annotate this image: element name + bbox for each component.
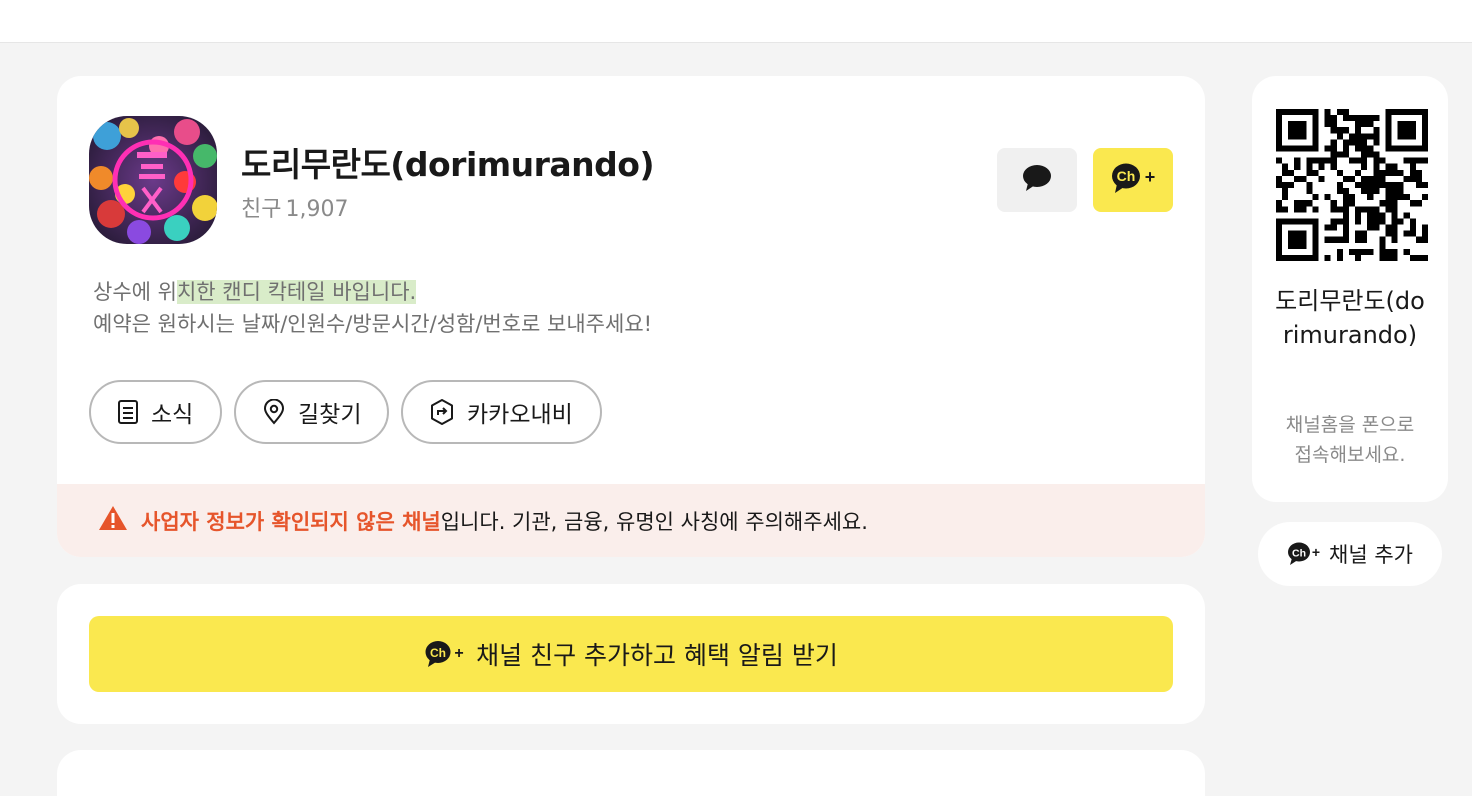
profile-card: 도리무란도(dorimurando) 친구 1,907 Ch + 상수에 위치한 …: [57, 76, 1205, 557]
directions-button[interactable]: 길찾기: [234, 380, 389, 444]
kakaonavi-label: 카카오내비: [467, 402, 573, 428]
directions-label: 길찾기: [298, 402, 362, 428]
cta-label: 채널 친구 추가하고 혜택 알림 받기: [476, 641, 838, 670]
unverified-warning-banner: 사업자 정보가 확인되지 않은 채널 입니다. 기관, 금융, 유명인 사칭에 주…: [57, 484, 1205, 557]
add-channel-label: 채널 추가: [1329, 543, 1413, 567]
warning-text: 입니다. 기관, 금융, 유명인 사칭에 주의해주세요.: [440, 509, 868, 534]
description-line-1: 상수에 위치한 캔디 칵테일 바입니다.: [93, 276, 652, 308]
description-line-1-start: 상수에 위: [93, 280, 177, 304]
friend-count: 친구 1,907: [241, 191, 348, 223]
warning-highlight: 사업자 정보가 확인되지 않은 채널: [141, 509, 441, 534]
chat-button[interactable]: [997, 148, 1077, 212]
svg-text:+: +: [1312, 544, 1320, 560]
content-card: [57, 750, 1205, 796]
cta-card: Ch + 채널 친구 추가하고 혜택 알림 받기: [57, 584, 1205, 724]
kakaonavi-button[interactable]: 카카오내비: [401, 380, 602, 444]
warning-triangle-icon: [97, 504, 129, 537]
add-friend-cta-button[interactable]: Ch + 채널 친구 추가하고 혜택 알림 받기: [89, 616, 1173, 692]
navi-hexagon-icon: [429, 398, 455, 426]
channel-plus-icon: Ch +: [424, 639, 468, 669]
description-highlight: 치한 캔디 칵테일 바입니다.: [176, 280, 417, 304]
channel-plus-icon: Ch +: [1110, 161, 1156, 199]
location-pin-icon: [262, 399, 286, 425]
friend-count-label: 친구: [241, 197, 282, 222]
friend-count-value: 1,907: [285, 197, 349, 222]
channel-plus-icon: Ch +: [1287, 541, 1323, 567]
add-channel-icon-button[interactable]: Ch +: [1093, 148, 1173, 212]
channel-name: 도리무란도(dorimurando): [241, 145, 655, 184]
top-bar: [0, 0, 1472, 43]
document-icon: [117, 399, 139, 425]
qr-code: [1276, 109, 1428, 265]
speech-bubble-icon: [1022, 164, 1052, 196]
news-button[interactable]: 소식: [89, 380, 222, 444]
qr-hint: 채널홈을 폰으로 접속해보세요.: [1285, 414, 1415, 466]
svg-text:Ch: Ch: [1117, 168, 1136, 184]
add-channel-button[interactable]: Ch + 채널 추가: [1258, 522, 1442, 586]
channel-description: 상수에 위치한 캔디 칵테일 바입니다. 예약은 원하시는 날짜/인원수/방문시…: [93, 276, 652, 340]
news-label: 소식: [151, 402, 194, 428]
channel-avatar[interactable]: [89, 116, 217, 244]
svg-text:+: +: [454, 645, 463, 662]
qr-channel-name: 도리무란도(dorimurando): [1275, 287, 1425, 349]
svg-text:+: +: [1145, 167, 1156, 187]
description-line-2: 예약은 원하시는 날짜/인원수/방문시간/성함/번호로 보내주세요!: [93, 312, 653, 336]
svg-text:Ch: Ch: [1292, 548, 1306, 560]
qr-card: 도리무란도(dorimurando) 채널홈을 폰으로 접속해보세요.: [1252, 76, 1448, 502]
svg-text:Ch: Ch: [430, 646, 446, 660]
